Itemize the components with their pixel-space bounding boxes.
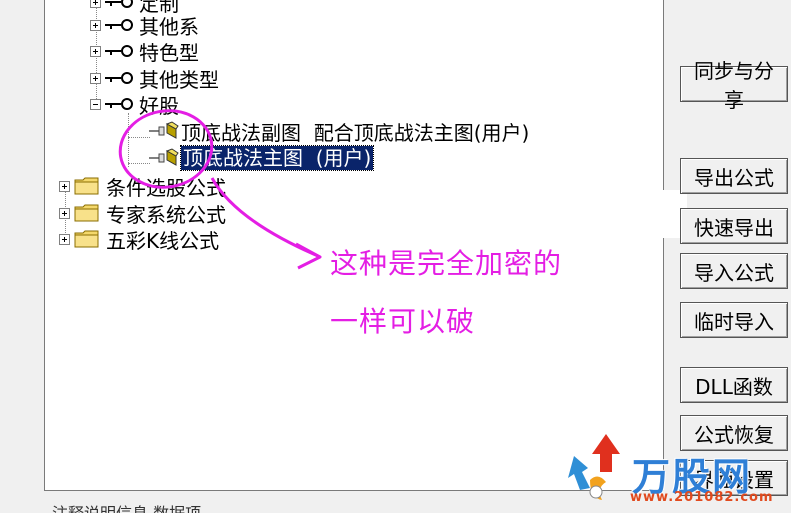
- annotation-line-2: 一样可以破: [330, 305, 476, 338]
- annotation-arrow: [210, 177, 319, 258]
- watermark-logo-icon: [568, 434, 620, 500]
- formula-manager-window: 定制 其他系 特色型 其他类型 好股 顶底战法副图 配合顶底战法主图(用户) 顶…: [0, 0, 791, 513]
- annotation-circle: [118, 109, 214, 189]
- watermark-url: www.201082.com: [630, 490, 774, 505]
- arrow-head-icon: [295, 242, 322, 270]
- annotation-line-1: 这种是完全加密的: [330, 247, 563, 280]
- bottom-description-text: 注释说明信息 数据项: [52, 500, 201, 513]
